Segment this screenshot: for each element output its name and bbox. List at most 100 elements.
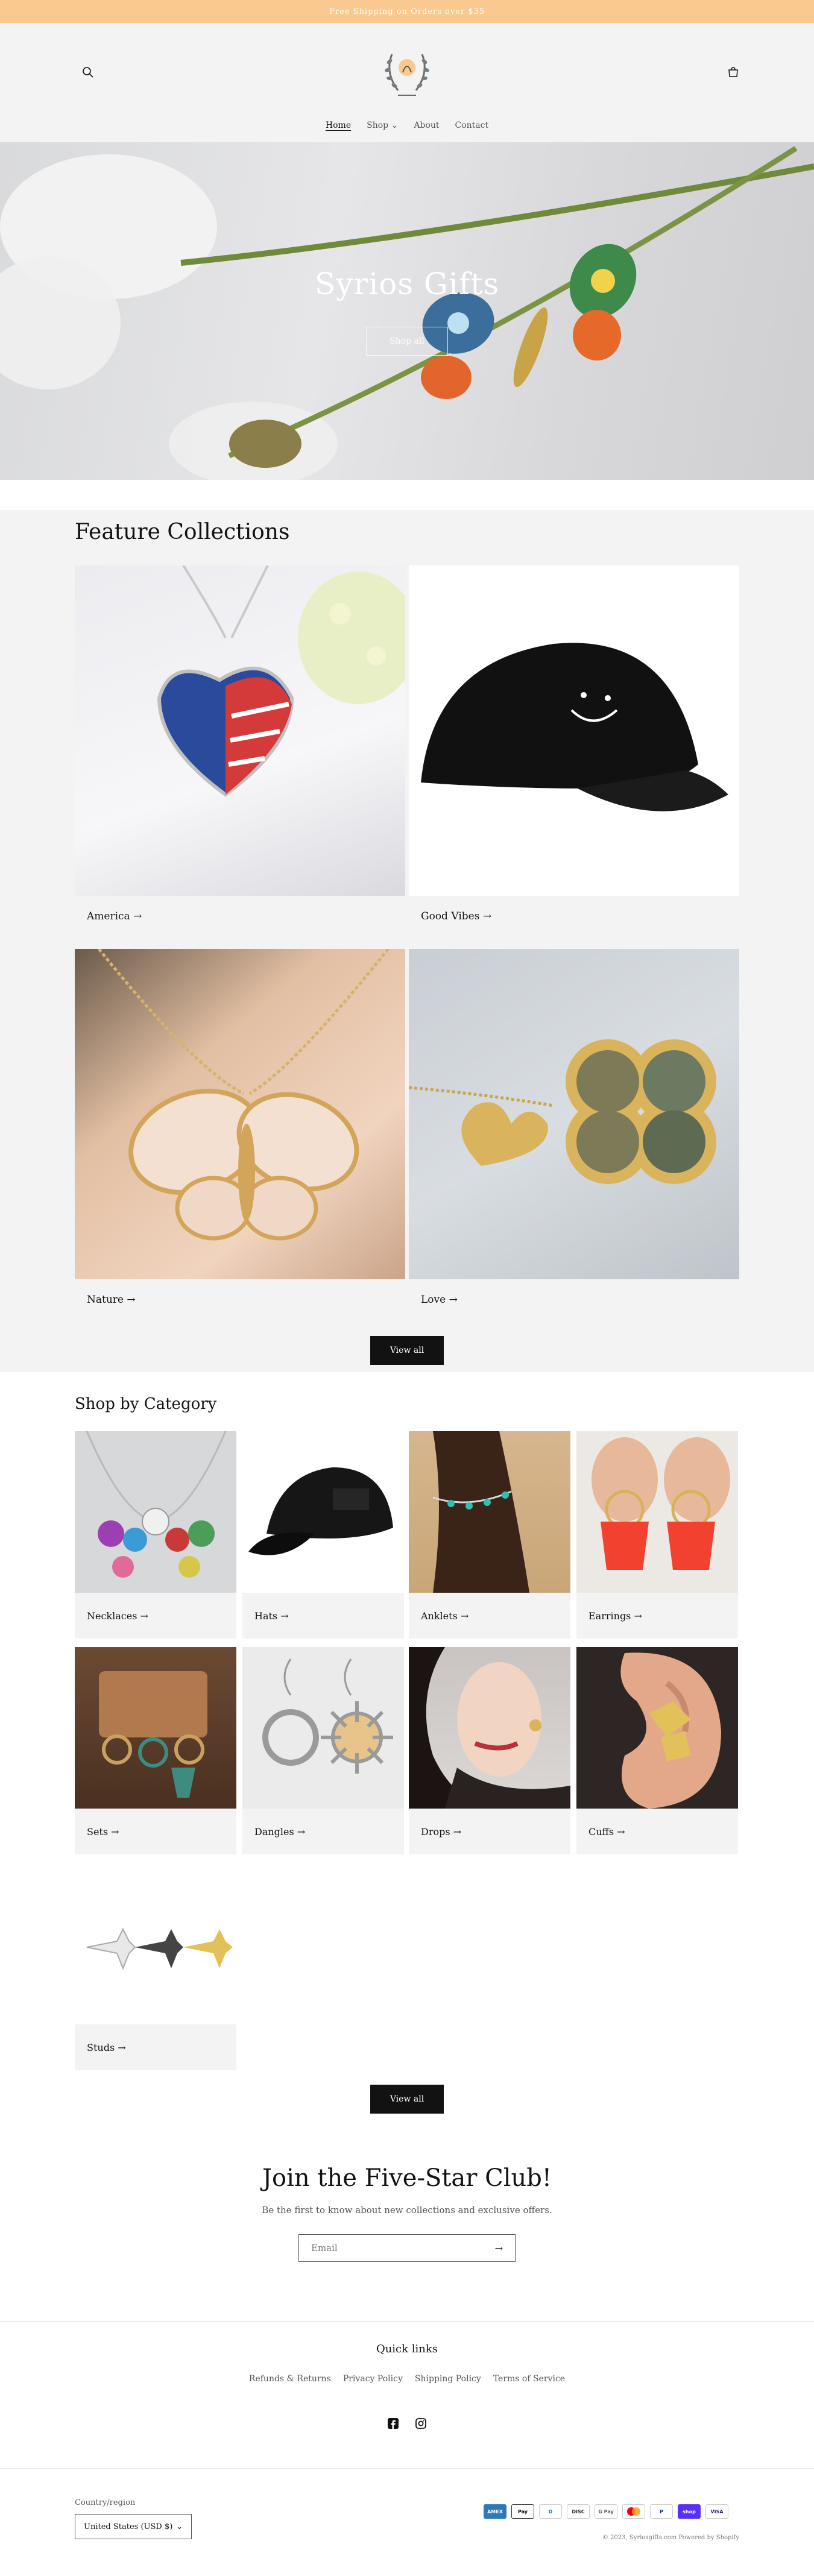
collection-card-love-image[interactable] [409, 949, 739, 1279]
shop-pay-icon: shop [678, 2504, 701, 2519]
hero-title: Syrios Gifts [314, 266, 500, 301]
collection-label-love: Love [421, 1294, 446, 1306]
category-label-anklets: Anklets → [409, 1593, 570, 1639]
link-shipping-policy[interactable]: Shipping Policy [415, 2374, 481, 2384]
arrow-right-icon: → [118, 2041, 126, 2053]
country-value: United States (USD $) [84, 2522, 173, 2531]
nav-shop[interactable]: Shop ⌄ [367, 121, 398, 130]
arrow-right-icon: → [460, 1610, 469, 1622]
category-text-earrings: Earrings [588, 1610, 631, 1622]
collection-card-nature-image[interactable] [75, 949, 405, 1279]
collection-card-america-image[interactable] [75, 565, 405, 896]
category-text-anklets: Anklets [421, 1610, 458, 1622]
paypal-icon: P [650, 2504, 673, 2519]
category-text-hats: Hats [254, 1610, 278, 1622]
collection-card-america[interactable]: America → [87, 910, 142, 922]
discover-icon: DISC [567, 2504, 590, 2519]
footer-divider [0, 2321, 814, 2322]
shop-by-category-title: Shop by Category [75, 1395, 217, 1413]
shop-all-button[interactable]: Shop all [366, 327, 448, 356]
nav-contact[interactable]: Contact [455, 121, 488, 130]
category-label-necklaces: Necklaces → [75, 1593, 236, 1639]
category-image-drops [409, 1647, 570, 1809]
email-input[interactable] [311, 2243, 495, 2253]
category-text-dangles: Dangles [254, 1825, 294, 1838]
main-nav: Home Shop ⌄ About Contact [0, 121, 814, 130]
copyright-text: © 2023, Syriosgifts.com Powered by Shopi… [602, 2534, 739, 2541]
category-image-anklets [409, 1431, 570, 1593]
category-image-cuffs [576, 1647, 738, 1809]
category-label-sets: Sets → [75, 1809, 236, 1854]
payment-icons: AMEX Pay D DISC G Pay P shop VISA [484, 2504, 728, 2519]
nav-shop-label: Shop [367, 121, 389, 130]
arrow-right-icon: → [617, 1825, 625, 1838]
category-tile-studs[interactable]: Studs → [75, 1863, 236, 2070]
newsletter-subtitle: Be the first to know about new collectio… [262, 2205, 552, 2215]
quick-links: Refunds & Returns Privacy Policy Shippin… [0, 2374, 814, 2384]
category-image-hats [242, 1431, 404, 1593]
google-pay-icon: G Pay [595, 2504, 617, 2519]
search-icon[interactable] [80, 64, 96, 81]
collection-label-good-vibes: Good Vibes [421, 910, 480, 922]
collection-card-nature[interactable]: Nature → [87, 1294, 136, 1306]
nav-home[interactable]: Home [326, 121, 351, 130]
country-select[interactable]: United States (USD $) ⌄ [75, 2514, 192, 2539]
category-image-studs [75, 1863, 236, 2024]
category-image-dangles [242, 1647, 404, 1809]
view-all-categories-button[interactable]: View all [370, 2085, 444, 2114]
category-label-dangles: Dangles → [242, 1809, 404, 1854]
category-tile-anklets[interactable]: Anklets → [409, 1431, 570, 1639]
arrow-right-icon: → [634, 1610, 642, 1622]
category-label-hats: Hats → [242, 1593, 404, 1639]
category-image-sets [75, 1647, 236, 1809]
collection-card-good-vibes[interactable]: Good Vibes → [421, 910, 491, 922]
announcement-bar: Free Shipping on Orders over $35 [0, 0, 814, 23]
link-privacy-policy[interactable]: Privacy Policy [343, 2374, 403, 2384]
apple-pay-icon: Pay [511, 2504, 534, 2519]
collection-label-nature: Nature [87, 1294, 124, 1306]
category-label-cuffs: Cuffs → [576, 1809, 738, 1854]
newsletter-title: Join the Five-Star Club! [262, 2164, 552, 2192]
collection-card-good-vibes-image[interactable] [409, 565, 739, 896]
mastercard-icon [622, 2504, 645, 2519]
link-terms-of-service[interactable]: Terms of Service [493, 2374, 565, 2384]
arrow-right-icon: → [133, 910, 142, 922]
category-label-earrings: Earrings → [576, 1593, 738, 1639]
category-label-studs: Studs → [75, 2024, 236, 2070]
footer-divider-bottom [0, 2468, 814, 2469]
chevron-down-icon: ⌄ [391, 121, 399, 130]
category-text-cuffs: Cuffs [588, 1825, 614, 1838]
quick-links-title: Quick links [376, 2343, 438, 2355]
facebook-icon[interactable] [386, 2416, 400, 2431]
category-tile-drops[interactable]: Drops → [409, 1647, 570, 1854]
arrow-right-icon: → [111, 1825, 119, 1838]
arrow-right-icon: → [482, 910, 492, 922]
category-tile-cuffs[interactable]: Cuffs → [576, 1647, 738, 1854]
view-all-collections-button[interactable]: View all [370, 1336, 444, 1365]
store-logo[interactable] [380, 42, 434, 102]
arrow-right-icon: → [449, 1294, 458, 1306]
category-text-studs: Studs [87, 2041, 115, 2053]
nav-about[interactable]: About [414, 121, 439, 130]
category-image-necklaces [75, 1431, 236, 1593]
email-field[interactable]: → [298, 2234, 516, 2262]
cart-icon[interactable] [725, 64, 742, 81]
link-refunds-returns[interactable]: Refunds & Returns [249, 2374, 331, 2384]
hero-banner: Syrios Gifts Shop all [0, 142, 814, 480]
category-tile-earrings[interactable]: Earrings → [576, 1431, 738, 1639]
visa-icon: VISA [705, 2504, 728, 2519]
category-tile-sets[interactable]: Sets → [75, 1647, 236, 1854]
arrow-right-icon: → [453, 1825, 462, 1838]
instagram-icon[interactable] [414, 2416, 428, 2431]
collection-label-america: America [87, 910, 130, 922]
collection-card-love[interactable]: Love → [421, 1294, 458, 1306]
diners-club-icon: D [539, 2504, 562, 2519]
category-image-earrings [576, 1431, 738, 1593]
category-text-sets: Sets [87, 1825, 109, 1838]
arrow-right-icon[interactable]: → [495, 2243, 503, 2254]
category-tile-dangles[interactable]: Dangles → [242, 1647, 404, 1854]
category-label-drops: Drops → [409, 1809, 570, 1854]
category-text-drops: Drops [421, 1825, 450, 1838]
category-tile-necklaces[interactable]: Necklaces → [75, 1431, 236, 1639]
category-tile-hats[interactable]: Hats → [242, 1431, 404, 1639]
